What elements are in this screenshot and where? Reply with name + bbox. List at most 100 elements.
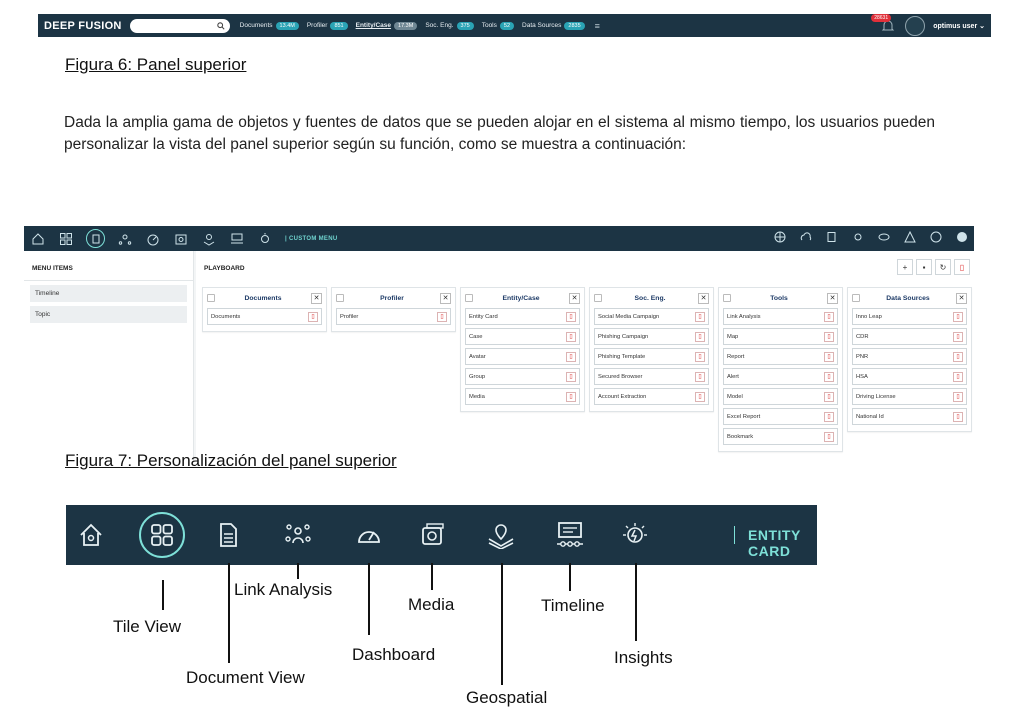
trash-icon[interactable]: ▯ (566, 331, 576, 342)
card-row[interactable]: National Id ▯ (852, 408, 967, 425)
trash-icon[interactable]: ▯ (566, 371, 576, 382)
trash-icon[interactable]: ▯ (695, 311, 705, 322)
avatar[interactable] (905, 15, 926, 36)
warning-icon[interactable] (904, 230, 916, 248)
nav-documents[interactable]: Documents 13.4M (240, 21, 299, 30)
card-row[interactable]: Inno Leap ▯ (852, 308, 967, 325)
home-icon[interactable] (30, 231, 46, 247)
card-row[interactable]: Driving License ▯ (852, 388, 967, 405)
trash-icon[interactable]: ▯ (566, 351, 576, 362)
nav-soc-eng[interactable]: Soc. Eng. 375 (425, 21, 474, 30)
card-row[interactable]: Profiler ▯ (336, 308, 451, 325)
notifications-button[interactable]: 28631 (871, 13, 897, 35)
card-checkbox[interactable] (852, 294, 860, 302)
trash-icon[interactable]: ▯ (437, 311, 447, 322)
trash-icon[interactable]: ▯ (695, 371, 705, 382)
close-icon[interactable]: ✕ (311, 292, 322, 304)
card-checkbox[interactable] (336, 294, 344, 302)
tile-view-icon[interactable] (58, 231, 74, 247)
close-icon[interactable]: ✕ (440, 292, 451, 304)
link-analysis-icon[interactable] (117, 231, 133, 247)
trash-icon[interactable]: ▯ (566, 391, 576, 402)
close-icon[interactable]: ✕ (698, 292, 709, 304)
add-button[interactable]: + (897, 259, 913, 275)
card-row[interactable]: Phishing Template ▯ (594, 348, 709, 365)
link-analysis-icon (283, 520, 313, 550)
card-row[interactable]: Link Analysis ▯ (723, 308, 838, 325)
card-row[interactable]: Group ▯ (465, 368, 580, 385)
close-icon[interactable]: ✕ (569, 292, 580, 304)
crosshair-icon[interactable] (774, 230, 786, 248)
trash-icon[interactable]: ▯ (695, 391, 705, 402)
dashboard-icon[interactable] (145, 231, 161, 247)
nav-entity-case[interactable]: Entity/Case 17.3M (356, 21, 418, 30)
home-icon (76, 520, 106, 550)
trash-icon[interactable]: ▯ (824, 371, 834, 382)
card-row[interactable]: Secured Browser ▯ (594, 368, 709, 385)
trash-icon[interactable]: ▯ (953, 351, 963, 362)
trash-icon[interactable]: ▯ (953, 311, 963, 322)
nav-data-sources[interactable]: Data Sources 2835 (522, 21, 585, 30)
trash-icon[interactable]: ▯ (824, 331, 834, 342)
card-row[interactable]: Map ▯ (723, 328, 838, 345)
media-icon[interactable] (173, 231, 189, 247)
save-icon[interactable]: ▪ (916, 259, 932, 275)
card-row[interactable]: Entity Card ▯ (465, 308, 580, 325)
user-menu[interactable]: optimus user ⌄ (933, 22, 985, 30)
nav-tools[interactable]: Tools 52 (482, 21, 515, 30)
card-row[interactable]: Account Extraction ▯ (594, 388, 709, 405)
card-row[interactable]: Excel Report ▯ (723, 408, 838, 425)
delete-icon[interactable]: ▯ (954, 259, 970, 275)
eye-icon[interactable] (878, 230, 890, 248)
close-icon[interactable]: ✕ (956, 292, 967, 304)
card-checkbox[interactable] (723, 294, 731, 302)
card-checkbox[interactable] (207, 294, 215, 302)
menu-item[interactable]: Timeline (30, 285, 187, 302)
trash-icon[interactable]: ▯ (566, 311, 576, 322)
trash-icon[interactable]: ▯ (953, 411, 963, 422)
trash-icon[interactable]: ▯ (695, 351, 705, 362)
trash-icon[interactable]: ▯ (824, 411, 834, 422)
insights-icon[interactable] (257, 231, 273, 247)
card-row[interactable]: Media ▯ (465, 388, 580, 405)
trash-icon[interactable]: ▯ (695, 331, 705, 342)
avatar-icon[interactable] (956, 230, 968, 248)
trash-icon[interactable]: ▯ (953, 331, 963, 342)
card-row[interactable]: Phishing Campaign ▯ (594, 328, 709, 345)
card-row[interactable]: Report ▯ (723, 348, 838, 365)
globe-icon[interactable] (930, 230, 942, 248)
trash-icon[interactable]: ▯ (824, 431, 834, 442)
card-row[interactable]: HSA ▯ (852, 368, 967, 385)
trash-icon[interactable]: ▯ (953, 371, 963, 382)
card-row[interactable]: Social Media Campaign ▯ (594, 308, 709, 325)
card-row[interactable]: Bookmark ▯ (723, 428, 838, 445)
card-row[interactable]: Alert ▯ (723, 368, 838, 385)
trash-icon[interactable]: ▯ (308, 311, 318, 322)
card-row[interactable]: Case ▯ (465, 328, 580, 345)
upload-cloud-icon[interactable] (800, 230, 812, 248)
card-row[interactable]: Model ▯ (723, 388, 838, 405)
refresh-icon[interactable]: ↻ (935, 259, 951, 275)
settings-icon[interactable] (852, 230, 864, 248)
trash-icon[interactable]: ▯ (824, 391, 834, 402)
document-view-icon[interactable] (86, 229, 105, 248)
trash-icon[interactable]: ▯ (953, 391, 963, 402)
card-row[interactable]: CDR ▯ (852, 328, 967, 345)
menu-icon[interactable]: ≡ (595, 21, 600, 31)
trash-icon[interactable]: ▯ (824, 311, 834, 322)
card-checkbox[interactable] (594, 294, 602, 302)
card-row[interactable]: Documents ▯ (207, 308, 322, 325)
trash-icon[interactable]: ▯ (824, 351, 834, 362)
timeline-icon[interactable] (229, 231, 245, 247)
card-row[interactable]: PNR ▯ (852, 348, 967, 365)
export-icon[interactable] (826, 230, 838, 248)
card-row[interactable]: Avatar ▯ (465, 348, 580, 365)
geospatial-icon[interactable] (201, 231, 217, 247)
card-checkbox[interactable] (465, 294, 473, 302)
card-row-label: Phishing Campaign (598, 333, 649, 340)
nav-profiler[interactable]: Profiler 851 (307, 21, 348, 30)
search-icon (216, 21, 225, 30)
search-input[interactable] (129, 18, 230, 33)
close-icon[interactable]: ✕ (827, 292, 838, 304)
menu-item[interactable]: Topic (30, 306, 187, 323)
